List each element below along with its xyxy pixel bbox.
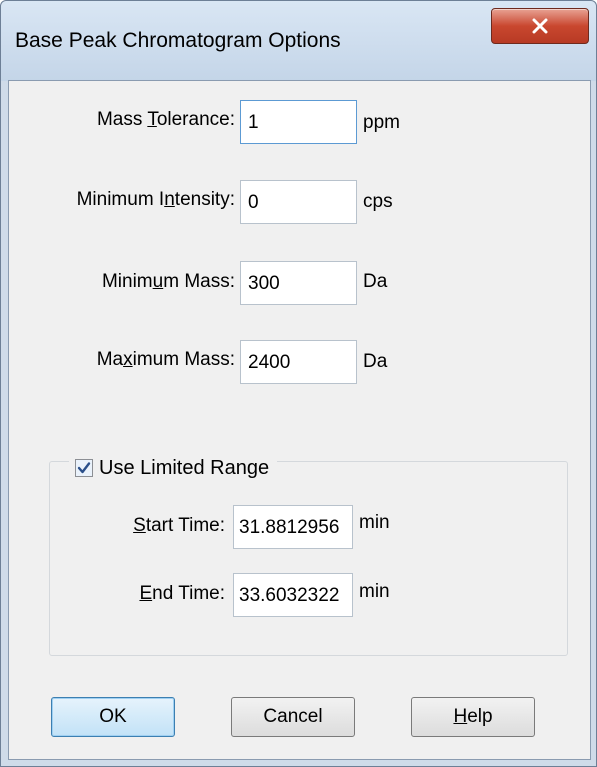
use-limited-range-label: Use Limited Range [99,456,270,479]
minimum-mass-unit: Da [363,271,388,292]
mass-tolerance-label: Mass Tolerance: [96,109,235,130]
end-time-unit: min [359,581,390,602]
end-time-input[interactable]: 33.6032322 [233,573,353,617]
minimum-mass-label: Minimum Mass: [101,271,235,292]
maximum-mass-unit: Da [363,351,388,372]
end-time-label: End Time: [139,583,225,604]
minimum-intensity-label: Minimum Intensity: [76,189,235,210]
use-limited-range-checkbox[interactable]: Use Limited Range [69,454,278,482]
checkbox-checked-icon[interactable] [75,459,93,477]
mass-tolerance-unit: ppm [363,112,400,133]
start-time-unit: min [359,512,390,533]
maximum-mass-label: Maximum Mass: [96,349,235,370]
window-title: Base Peak Chromatogram Options [15,29,341,52]
maximum-mass-input[interactable]: 2400 [240,340,357,384]
title-bar[interactable]: Base Peak Chromatogram Options [1,1,596,81]
start-time-input[interactable]: 31.8812956 [233,505,353,549]
help-button[interactable]: Help [411,697,535,737]
start-time-label: Start Time: [133,515,225,536]
limited-range-groupbox [49,461,568,656]
mass-tolerance-input[interactable]: 1 [240,100,357,144]
close-x-icon [531,18,549,34]
cancel-button[interactable]: Cancel [231,697,355,737]
minimum-mass-input[interactable]: 300 [240,261,357,305]
dialog-client-area: Mass Tolerance: 1 ppm Minimum Intensity:… [8,80,591,760]
dialog-window: Base Peak Chromatogram Options Mass Tole… [0,0,597,767]
minimum-intensity-input[interactable]: 0 [240,180,357,224]
ok-button[interactable]: OK [51,697,175,737]
minimum-intensity-unit: cps [363,191,393,212]
close-button[interactable] [491,8,589,44]
